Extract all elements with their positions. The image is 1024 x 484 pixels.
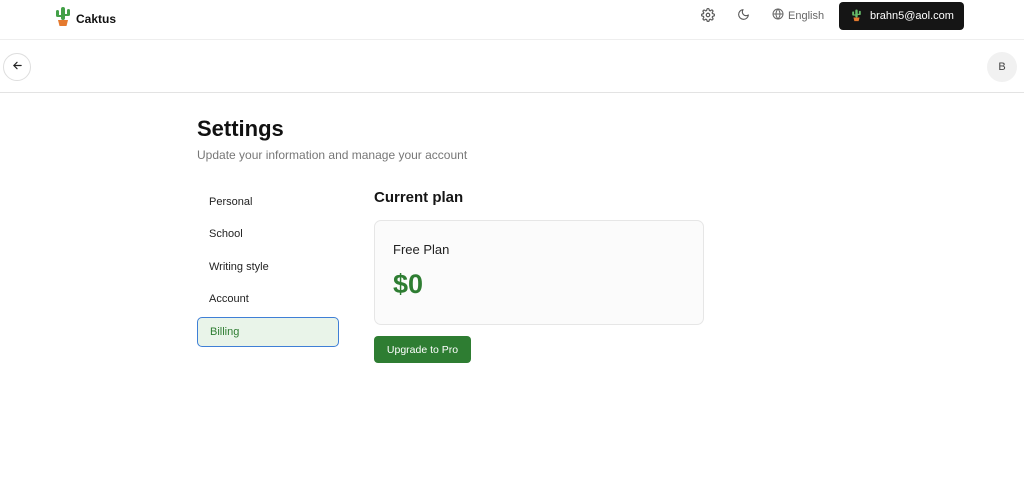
gear-icon [701, 7, 715, 27]
user-account-button[interactable]: brahn5@aol.com [839, 2, 964, 30]
globe-icon [772, 8, 784, 23]
theme-toggle-button[interactable] [732, 6, 754, 28]
sidebar-item-personal[interactable]: Personal [197, 187, 339, 217]
current-plan-heading: Current plan [374, 189, 464, 206]
arrow-left-icon [12, 58, 23, 76]
language-label: English [788, 9, 825, 22]
top-navigation-bar: Caktus English brahn5@aol.com [0, 0, 1024, 40]
page-subtitle: Update your information and manage your … [197, 148, 468, 162]
sidebar-item-school[interactable]: School [197, 219, 339, 249]
upgrade-to-pro-button[interactable]: Upgrade to Pro [374, 336, 471, 363]
sidebar-item-billing[interactable]: Billing [197, 317, 339, 347]
plan-price: $0 [393, 269, 424, 299]
cactus-logo-icon [851, 8, 862, 25]
back-button[interactable] [3, 53, 31, 81]
user-email: brahn5@aol.com [870, 10, 954, 22]
sidebar-item-writing-style[interactable]: Writing style [197, 252, 339, 282]
plan-card: Free Plan $0 [374, 220, 704, 325]
settings-button[interactable] [697, 6, 719, 28]
brand-logo-link[interactable]: Caktus [54, 5, 116, 32]
plan-name: Free Plan [393, 242, 450, 257]
sidebar-item-account[interactable]: Account [197, 284, 339, 314]
secondary-header: B [0, 40, 1024, 93]
cactus-logo-icon [54, 5, 72, 32]
language-selector[interactable]: English [772, 8, 824, 23]
brand-name: Caktus [76, 11, 117, 26]
page-title: Settings [197, 116, 284, 141]
avatar[interactable]: B [987, 52, 1017, 82]
moon-icon [737, 8, 750, 26]
